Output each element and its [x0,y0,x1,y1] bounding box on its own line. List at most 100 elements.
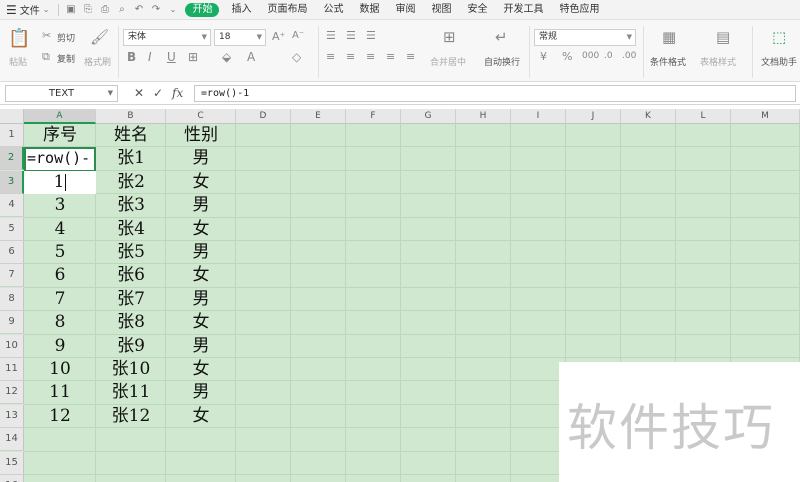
column-header-m[interactable]: M [731,109,800,124]
table-cell[interactable]: 女 [166,311,236,334]
row-header-11[interactable]: 11 [0,358,24,381]
column-header-a[interactable]: A [24,109,96,124]
row-header-2[interactable]: 2 [0,147,24,170]
table-cell[interactable]: 男 [166,335,236,358]
decrease-font-icon[interactable]: A⁻ [292,30,304,41]
column-header-k[interactable]: K [621,109,676,124]
table-cell[interactable]: 7 [24,288,96,311]
column-header-j[interactable]: J [566,109,621,124]
conditional-format-button[interactable]: 条件格式 [650,55,686,68]
table-cell[interactable]: 张2 [96,171,166,194]
row-header-1[interactable]: 1 [0,124,24,147]
paste-button[interactable]: 粘贴 [9,55,27,68]
column-header-l[interactable]: L [676,109,731,124]
justify-icon[interactable]: ≡ [386,50,395,63]
cancel-icon[interactable]: ✕ [134,86,144,100]
table-cell[interactable]: 8 [24,311,96,334]
export-pdf-icon[interactable]: ⎘ [79,4,96,15]
align-center-icon[interactable]: ≡ [346,50,355,63]
auto-wrap-button[interactable]: 自动换行 [484,55,520,68]
font-color-icon[interactable]: A [247,50,255,64]
tab-insert[interactable]: 插入 [223,0,259,20]
print-preview-icon[interactable]: ⌕ [113,4,130,15]
doc-helper-button[interactable]: 文档助手 [761,55,797,68]
table-style-button[interactable]: 表格样式 [700,55,736,68]
table-cell[interactable]: 张3 [96,194,166,217]
table-cell[interactable]: 张4 [96,218,166,241]
row-header-15[interactable]: 15 [0,452,24,475]
confirm-icon[interactable]: ✓ [153,86,163,100]
table-cell[interactable]: 张10 [96,358,166,381]
table-cell[interactable]: 张8 [96,311,166,334]
cut-button[interactable]: 剪切 [57,31,75,44]
table-cell[interactable]: 女 [166,264,236,287]
percent-icon[interactable]: % [562,50,572,63]
table-cell[interactable]: 5 [24,241,96,264]
align-left-icon[interactable]: ≡ [326,50,335,63]
table-cell[interactable]: 女 [166,358,236,381]
editing-cell[interactable]: 1 [24,171,96,194]
table-style-icon[interactable]: ▤ [716,28,730,46]
redo-icon[interactable]: ↷ [147,4,164,15]
header-cell[interactable]: 姓名 [96,124,166,147]
table-cell[interactable]: 张1 [96,147,166,170]
border-icon[interactable]: ⊞ [188,50,198,64]
number-format-select[interactable]: 常规 ▼ [534,29,636,46]
table-cell[interactable]: 12 [24,405,96,428]
format-painter-icon[interactable]: 🖌 [90,28,109,46]
row-header-10[interactable]: 10 [0,335,24,358]
table-cell[interactable]: 张9 [96,335,166,358]
table-cell[interactable]: 10 [24,358,96,381]
table-cell[interactable]: 11 [24,381,96,404]
print-icon[interactable]: ⎙ [96,4,113,15]
align-bottom-icon[interactable]: ☰ [366,29,376,42]
undo-icon[interactable]: ↶ [130,4,147,15]
font-size-select[interactable]: 18 ▼ [214,29,266,46]
row-header-14[interactable]: 14 [0,428,24,451]
decrease-decimal-icon[interactable]: .00 [622,51,636,61]
align-right-icon[interactable]: ≡ [366,50,375,63]
row-header-4[interactable]: 4 [0,194,24,217]
table-cell[interactable]: 女 [166,218,236,241]
clear-format-icon[interactable]: ◇ [292,50,301,64]
tab-view[interactable]: 视图 [423,0,459,20]
distributed-icon[interactable]: ≡ [406,50,415,63]
table-cell[interactable]: 3 [24,194,96,217]
table-cell[interactable]: 张6 [96,264,166,287]
header-cell[interactable]: 性别 [166,124,236,147]
conditional-format-icon[interactable]: ▦ [662,28,676,46]
copy-button[interactable]: 复制 [57,52,75,65]
merge-center-button[interactable]: 合并居中 [430,55,466,68]
underline-icon[interactable]: U [167,50,176,64]
table-cell[interactable]: 张7 [96,288,166,311]
save-icon[interactable]: ▣ [62,4,79,15]
increase-decimal-icon[interactable]: .0 [604,51,613,61]
name-box[interactable]: TEXT ▼ [5,85,118,102]
table-cell[interactable]: 4 [24,218,96,241]
select-all-corner[interactable] [0,109,24,124]
active-cell[interactable]: =row()- [24,147,96,172]
row-header-16[interactable]: 16 [0,475,24,482]
fill-color-icon[interactable]: ⬙ [222,50,231,64]
thousands-icon[interactable]: 000 [582,51,599,61]
table-cell[interactable]: 6 [24,264,96,287]
tab-security[interactable]: 安全 [459,0,495,20]
column-header-g[interactable]: G [401,109,456,124]
format-painter-button[interactable]: 格式刷 [84,55,111,68]
formula-input[interactable]: =row()-1 [194,85,796,102]
table-cell[interactable]: 男 [166,241,236,264]
table-cell[interactable]: 9 [24,335,96,358]
tab-data[interactable]: 数据 [351,0,387,20]
row-header-6[interactable]: 6 [0,241,24,264]
tab-home[interactable]: 开始 [185,2,220,17]
insert-function-icon[interactable]: fx [172,86,183,100]
table-cell[interactable]: 女 [166,171,236,194]
tab-developer[interactable]: 开发工具 [495,0,551,20]
column-header-c[interactable]: C [166,109,236,124]
wrap-text-icon[interactable]: ↵ [495,28,508,46]
table-cell[interactable]: 张11 [96,381,166,404]
table-cell[interactable]: 女 [166,405,236,428]
table-cell[interactable]: 男 [166,147,236,170]
merge-center-icon[interactable]: ⊞ [443,28,456,46]
align-top-icon[interactable]: ☰ [326,29,336,42]
